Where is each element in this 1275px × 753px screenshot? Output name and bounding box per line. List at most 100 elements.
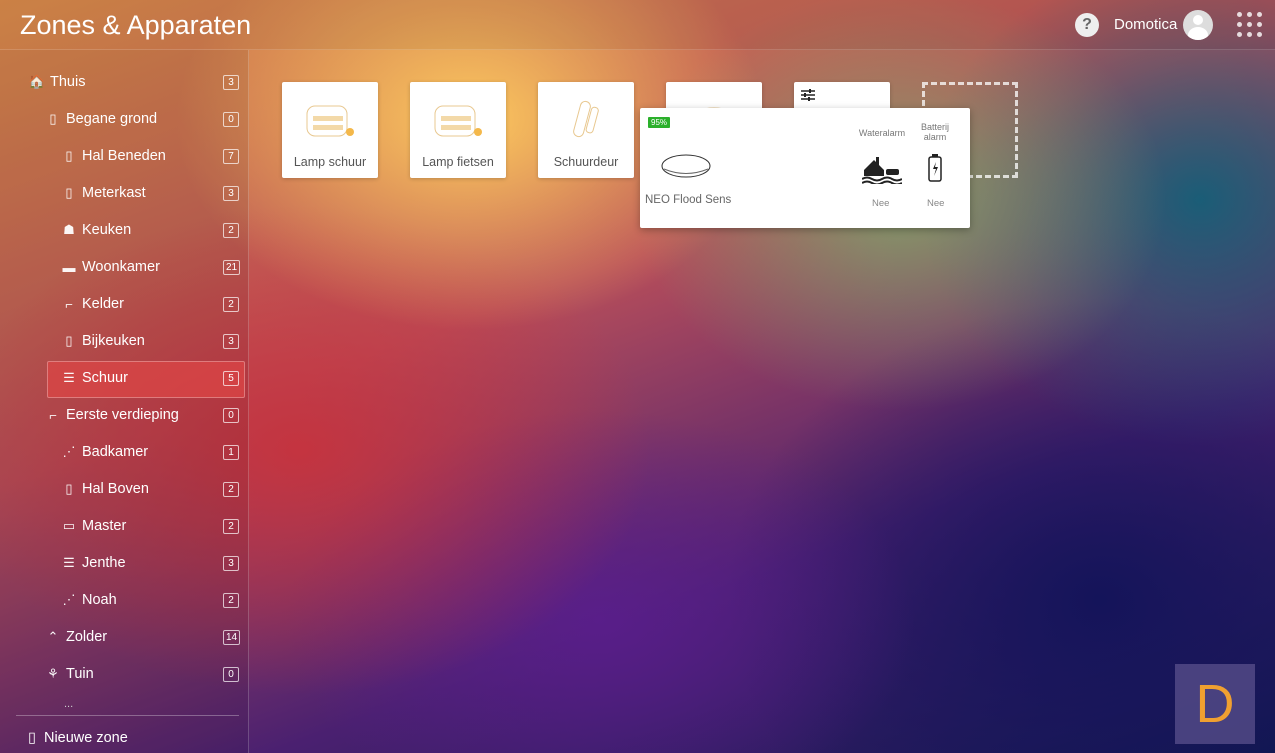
sidebar-item-kelder[interactable]: ⌐ Kelder 2 xyxy=(60,286,249,322)
count-badge: 5 xyxy=(223,371,239,386)
count-badge: 3 xyxy=(223,75,239,90)
count-badge: 2 xyxy=(223,593,239,608)
divider xyxy=(16,715,239,716)
more-indicator: ... xyxy=(64,698,74,710)
item-label: Jenthe xyxy=(82,555,126,571)
roof-icon: ⌃ xyxy=(47,629,59,644)
new-zone-label: Nieuwe zone xyxy=(43,730,128,746)
sidebar-item-begane-grond[interactable]: ▯ Begane grond 0 xyxy=(44,101,249,137)
item-label: Tuin xyxy=(66,666,94,682)
item-label: Meterkast xyxy=(82,185,146,201)
count-badge: 2 xyxy=(223,223,239,238)
device-popup: 95% NEO Flood Sensor Wateralarm Nee Batt… xyxy=(640,108,970,228)
stairs-icon: ⌐ xyxy=(65,296,73,312)
dimmer-lamp-icon xyxy=(434,105,482,137)
sidebar-item-hal-beneden[interactable]: ▯ Hal Beneden 7 xyxy=(60,138,249,174)
battery-charging-icon xyxy=(928,154,942,182)
count-badge: 2 xyxy=(223,519,239,534)
stairs-icon: ⌐ xyxy=(49,407,57,423)
sofa-icon: ▬ xyxy=(62,259,76,275)
apps-grid-icon[interactable] xyxy=(1237,12,1263,38)
count-badge: 14 xyxy=(223,630,241,645)
device-label: Lamp fietsen xyxy=(422,155,494,169)
header: Zones & Apparaten ? Domotica xyxy=(0,0,1275,50)
device-card[interactable]: Lamp fietsen xyxy=(410,82,506,178)
water-alarm-value: Nee xyxy=(872,198,890,209)
flood-sensor-icon xyxy=(661,154,711,178)
count-badge: 3 xyxy=(223,556,239,571)
tulip-icon: ⚘ xyxy=(47,666,59,681)
count-badge: 3 xyxy=(223,186,239,201)
item-label: Eerste verdieping xyxy=(66,407,179,423)
dimmer-lamp-icon xyxy=(306,105,354,137)
kitchen-icon: ☗ xyxy=(63,222,75,237)
logo[interactable]: D xyxy=(1175,664,1255,744)
shed-icon: ☰ xyxy=(63,555,75,570)
count-badge: 0 xyxy=(223,112,239,127)
water-alarm-label: Wateralarm xyxy=(858,128,906,138)
item-label: Master xyxy=(82,518,127,534)
sidebar-item-meterkast[interactable]: ▯ Meterkast 3 xyxy=(60,175,249,211)
count-badge: 0 xyxy=(223,667,239,682)
help-icon[interactable]: ? xyxy=(1075,13,1099,37)
bed-icon: ▭ xyxy=(62,518,76,533)
new-zone-icon: ▯ xyxy=(28,730,36,746)
item-label: Badkamer xyxy=(82,444,149,460)
sidebar-item-keuken[interactable]: ☗ Keuken 2 xyxy=(60,212,249,248)
count-badge: 2 xyxy=(223,482,239,497)
item-label: Zolder xyxy=(66,629,108,645)
item-label: Kelder xyxy=(82,296,124,312)
door-icon: ▯ xyxy=(65,148,73,163)
sidebar-item-thuis[interactable]: 🏠 Thuis 3 xyxy=(28,64,249,100)
count-badge: 1 xyxy=(223,445,239,460)
device-label: Schuurdeur xyxy=(553,155,619,169)
item-label: Thuis xyxy=(50,74,86,90)
battery-badge: 95% xyxy=(648,117,671,128)
sidebar-item-noah[interactable]: ⋰ Noah 2 xyxy=(60,582,249,618)
sidebar-item-bijkeuken[interactable]: ▯ Bijkeuken 3 xyxy=(60,323,249,359)
sidebar-item-zolder[interactable]: ⌃ Zolder 14 xyxy=(44,619,249,655)
sidebar-item-master[interactable]: ▭ Master 2 xyxy=(60,508,249,544)
item-label: Hal Beneden xyxy=(82,148,166,164)
count-badge: 7 xyxy=(223,149,239,164)
sidebar-item-hal-boven[interactable]: ▯ Hal Boven 2 xyxy=(60,471,249,507)
shower-icon: ⋰ xyxy=(62,592,76,607)
battery-alarm-label: Batterij alarm xyxy=(920,122,949,142)
zone-sidebar: 🏠 Thuis 3 ▯ Begane grond 0 ▯ Hal Beneden 7 ▯ Meter… xyxy=(0,50,249,753)
item-label: Woonkamer xyxy=(82,259,160,275)
device-name: NEO Flood Sensor xyxy=(645,194,731,206)
count-badge: 2 xyxy=(223,297,239,312)
item-label: Keuken xyxy=(82,222,132,238)
count-badge: 3 xyxy=(223,334,239,349)
home-icon: 🏠 xyxy=(28,74,46,89)
door-sensor-icon xyxy=(573,100,599,138)
item-label: Hal Boven xyxy=(82,481,149,497)
sidebar-item-badkamer[interactable]: ⋰ Badkamer 1 xyxy=(60,434,249,470)
door-icon: ▯ xyxy=(49,111,57,126)
shed-icon: ☰ xyxy=(63,370,75,385)
sidebar-item-eerste-verdieping[interactable]: ⌐ Eerste verdieping 0 xyxy=(44,397,249,433)
new-zone-button[interactable]: ▯ Nieuwe zone xyxy=(28,730,128,746)
count-badge: 0 xyxy=(223,408,239,423)
item-label: Noah xyxy=(82,592,117,608)
avatar[interactable] xyxy=(1183,10,1213,40)
device-card[interactable]: Lamp schuur xyxy=(282,82,378,178)
item-label: Schuur xyxy=(82,370,128,386)
battery-alarm-value: Nee xyxy=(927,198,945,209)
count-badge: 21 xyxy=(223,260,241,275)
flood-house-icon xyxy=(862,157,902,184)
settings-sliders-icon xyxy=(801,89,815,101)
door-icon: ▯ xyxy=(65,481,73,496)
door-icon: ▯ xyxy=(65,333,73,348)
shower-icon: ⋰ xyxy=(62,444,76,459)
page-title: Zones & Apparaten xyxy=(20,10,252,40)
door-icon: ▯ xyxy=(65,185,73,200)
sidebar-item-tuin[interactable]: ⚘ Tuin 0 xyxy=(44,656,249,692)
user-name[interactable]: Domotica xyxy=(1114,16,1177,33)
sidebar-item-jenthe[interactable]: ☰ Jenthe 3 xyxy=(60,545,249,581)
device-card[interactable]: Schuurdeur xyxy=(538,82,634,178)
sidebar-item-schuur[interactable]: ☰ Schuur 5 xyxy=(60,360,249,396)
sidebar-item-woonkamer[interactable]: ▬ Woonkamer 21 xyxy=(60,249,249,285)
item-label: Bijkeuken xyxy=(82,333,145,349)
item-label: Begane grond xyxy=(66,111,158,127)
